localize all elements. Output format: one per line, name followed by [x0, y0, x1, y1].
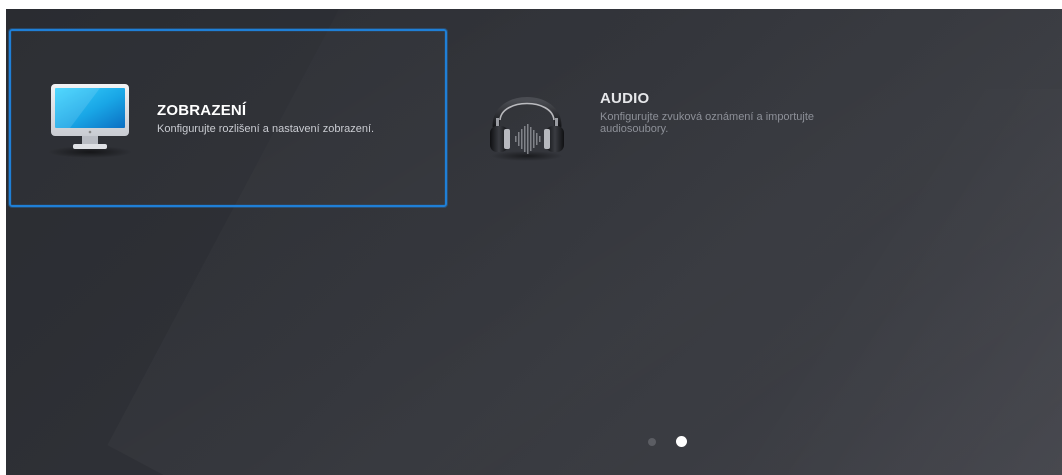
- page-dot-2-active[interactable]: [676, 436, 687, 447]
- page-indicator: [648, 436, 687, 447]
- tile-title: ZOBRAZENÍ: [157, 101, 247, 119]
- tile-description: Konfigurujte zvuková oznámení a importuj…: [600, 110, 815, 135]
- page-dot-1[interactable]: [648, 437, 656, 446]
- settings-screen: ZOBRAZENÍ Konfigurujte rozlišení a nasta…: [6, 9, 1062, 475]
- tile-description: Konfigurujte rozlišení a nastavení zobra…: [157, 122, 375, 135]
- display-settings-tile[interactable]: ZOBRAZENÍ Konfigurujte rozlišení a nasta…: [9, 29, 447, 207]
- headphones-icon: [482, 74, 572, 164]
- audio-settings-tile[interactable]: AUDIO Konfigurujte zvuková oznámení a im…: [476, 49, 896, 189]
- tile-title: AUDIO: [600, 89, 650, 107]
- monitor-icon: [45, 78, 135, 158]
